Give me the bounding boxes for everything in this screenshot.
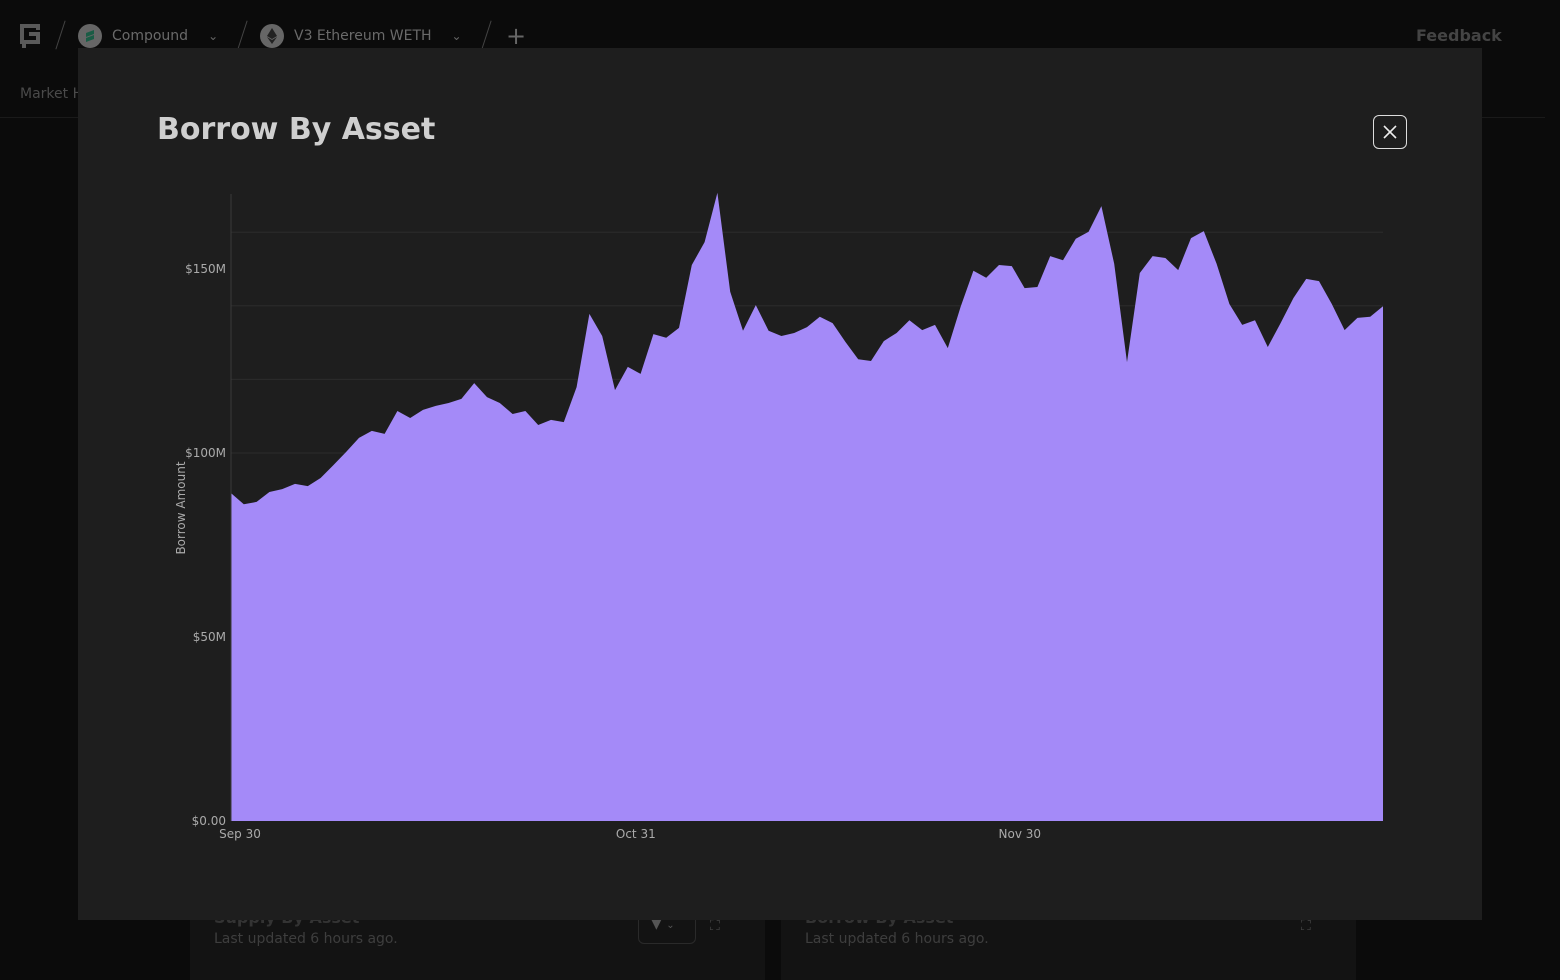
series-area [231,192,1383,822]
y-tick-label: $100M [185,446,226,460]
y-axis-label: Borrow Amount [174,461,188,554]
x-tick-label: Oct 31 [616,827,656,841]
area-chart: $0.00 $50M $100M $150M Sep 30 Oct 31 Nov 30 Bo… [174,192,1383,841]
x-tick-label: Nov 30 [999,827,1042,841]
x-tick-label: Sep 30 [219,827,261,841]
y-tick-label: $50M [193,630,226,644]
y-tick-label: $0.00 [192,814,226,828]
y-tick-label: $150M [185,262,226,276]
